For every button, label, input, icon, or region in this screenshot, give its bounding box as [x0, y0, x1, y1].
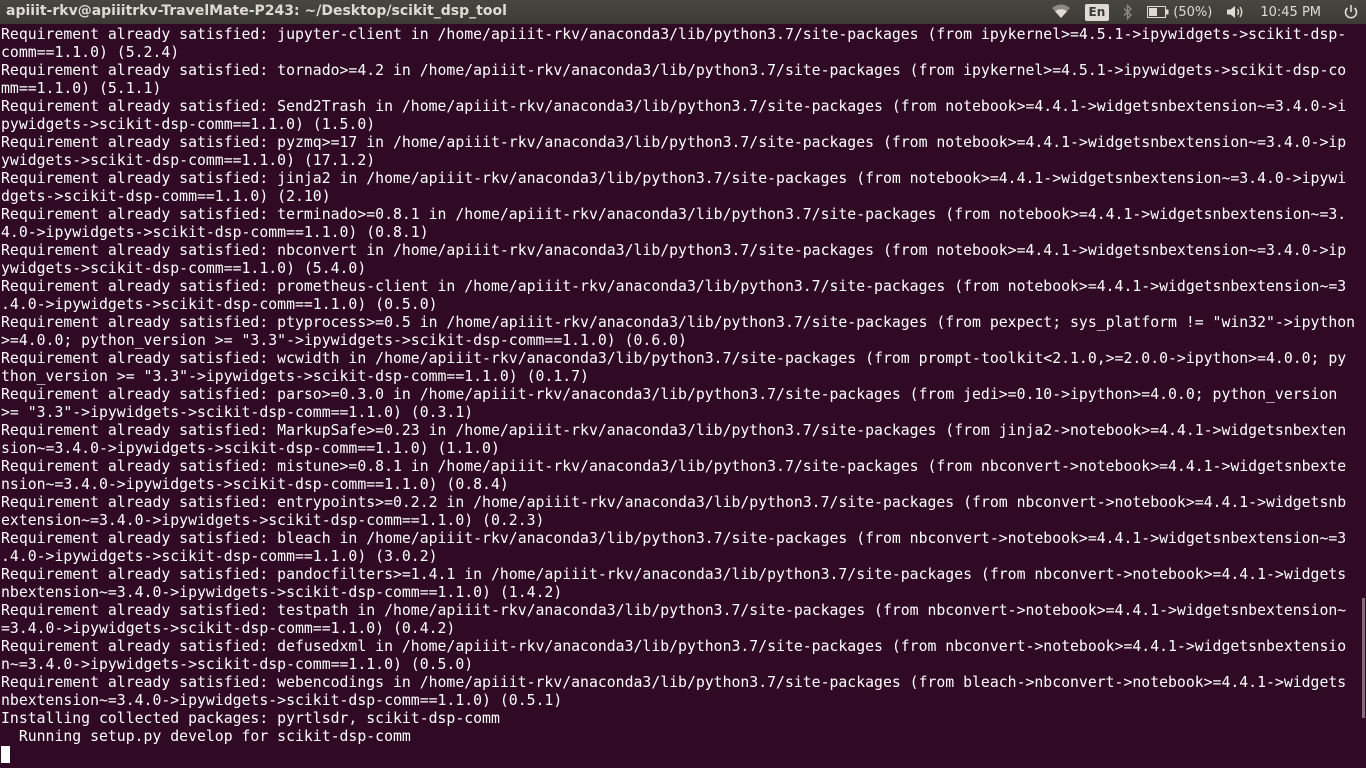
volume-icon[interactable]	[1219, 0, 1253, 24]
terminal-line: n~=3.4.0->ipywidgets->scikit-dsp-comm==1…	[1, 656, 474, 673]
terminal-line: ywidgets->scikit-dsp-comm==1.1.0) (5.4.0…	[1, 260, 367, 277]
terminal-line: Requirement already satisfied: tornado>=…	[1, 62, 1347, 79]
terminal-line: Requirement already satisfied: pyzmq>=17…	[1, 134, 1347, 151]
bluetooth-icon[interactable]	[1116, 0, 1140, 24]
terminal-line: Requirement already satisfied: terminado…	[1, 206, 1347, 223]
terminal-line: Requirement already satisfied: pandocfil…	[1, 566, 1347, 583]
scrollbar[interactable]	[1362, 598, 1365, 718]
terminal-line: =3.4.0->ipywidgets->scikit-dsp-comm==1.1…	[1, 620, 456, 637]
terminal-line: Requirement already satisfied: bleach in…	[1, 530, 1347, 547]
terminal-line: >= "3.3"->ipywidgets->scikit-dsp-comm==1…	[1, 404, 474, 421]
battery-indicator[interactable]: (50%)	[1140, 0, 1219, 24]
terminal-line: dgets->scikit-dsp-comm==1.1.0) (2.10)	[1, 188, 331, 205]
terminal-line: Requirement already satisfied: nbconvert…	[1, 242, 1347, 259]
battery-icon	[1147, 6, 1169, 18]
terminal-line: >=4.0.0; python_version >= "3.3"->ipywid…	[1, 332, 687, 349]
terminal-line: Requirement already satisfied: webencodi…	[1, 674, 1347, 691]
terminal-line: Requirement already satisfied: MarkupSaf…	[1, 422, 1347, 439]
terminal-line: comm==1.1.0) (5.2.4)	[1, 44, 180, 61]
terminal-line: Requirement already satisfied: defusedxm…	[1, 638, 1347, 655]
terminal-line: Requirement already satisfied: ptyproces…	[1, 314, 1356, 331]
clock: 10:45 PM	[1260, 4, 1321, 20]
terminal-line: pywidgets->scikit-dsp-comm==1.1.0) (1.5.…	[1, 116, 376, 133]
power-icon[interactable]	[1336, 0, 1366, 24]
terminal-line: ywidgets->scikit-dsp-comm==1.1.0) (17.1.…	[1, 152, 376, 169]
terminal-line: Requirement already satisfied: prometheu…	[1, 278, 1347, 295]
terminal-window[interactable]: Requirement already satisfied: jupyter-c…	[0, 24, 1366, 768]
terminal-line: sion~=3.4.0->ipywidgets->scikit-dsp-comm…	[1, 440, 500, 457]
wifi-icon[interactable]	[1044, 0, 1078, 24]
terminal-line: .4.0->ipywidgets->scikit-dsp-comm==1.1.0…	[1, 296, 438, 313]
terminal-line: thon_version >= "3.3"->ipywidgets->sciki…	[1, 368, 589, 385]
terminal-line: Requirement already satisfied: wcwidth i…	[1, 350, 1347, 367]
terminal-line: nbextension~=3.4.0->ipywidgets->scikit-d…	[1, 584, 563, 601]
terminal-line: Requirement already satisfied: entrypoin…	[1, 494, 1347, 511]
terminal-output: Requirement already satisfied: jupyter-c…	[1, 26, 1355, 746]
terminal-line: mm==1.1.0) (5.1.1)	[1, 80, 162, 97]
terminal-line: Requirement already satisfied: Send2Tras…	[1, 98, 1347, 115]
terminal-line: nbextension~=3.4.0->ipywidgets->scikit-d…	[1, 692, 563, 709]
window-title: apiiit-rkv@apiiitrkv-TravelMate-P243: ~/…	[6, 3, 507, 19]
terminal-line: Requirement already satisfied: testpath …	[1, 602, 1347, 619]
terminal-line: Requirement already satisfied: mistune>=…	[1, 458, 1347, 475]
terminal-line: .4.0->ipywidgets->scikit-dsp-comm==1.1.0…	[1, 548, 438, 565]
keyboard-layout-label: En	[1084, 3, 1110, 21]
terminal-line: extension~=3.4.0->ipywidgets->scikit-dsp…	[1, 512, 545, 529]
top-panel: apiiit-rkv@apiiitrkv-TravelMate-P243: ~/…	[0, 0, 1366, 24]
battery-percentage: (50%)	[1173, 4, 1213, 20]
keyboard-layout-indicator[interactable]: En	[1078, 0, 1117, 24]
terminal-line: 4.0->ipywidgets->scikit-dsp-comm==1.1.0)…	[1, 224, 429, 241]
clock-indicator[interactable]: 10:45 PM	[1253, 0, 1336, 24]
terminal-cursor	[1, 746, 10, 763]
terminal-line: nsion~=3.4.0->ipywidgets->scikit-dsp-com…	[1, 476, 509, 493]
terminal-line: Requirement already satisfied: parso>=0.…	[1, 386, 1338, 403]
terminal-line: Running setup.py develop for scikit-dsp-…	[1, 728, 411, 745]
terminal-line: Requirement already satisfied: jinja2 in…	[1, 170, 1347, 187]
terminal-line: Requirement already satisfied: jupyter-c…	[1, 26, 1347, 43]
terminal-line: Installing collected packages: pyrtlsdr,…	[1, 710, 500, 727]
indicator-area: En (50%) 10:45 PM	[1044, 0, 1366, 24]
